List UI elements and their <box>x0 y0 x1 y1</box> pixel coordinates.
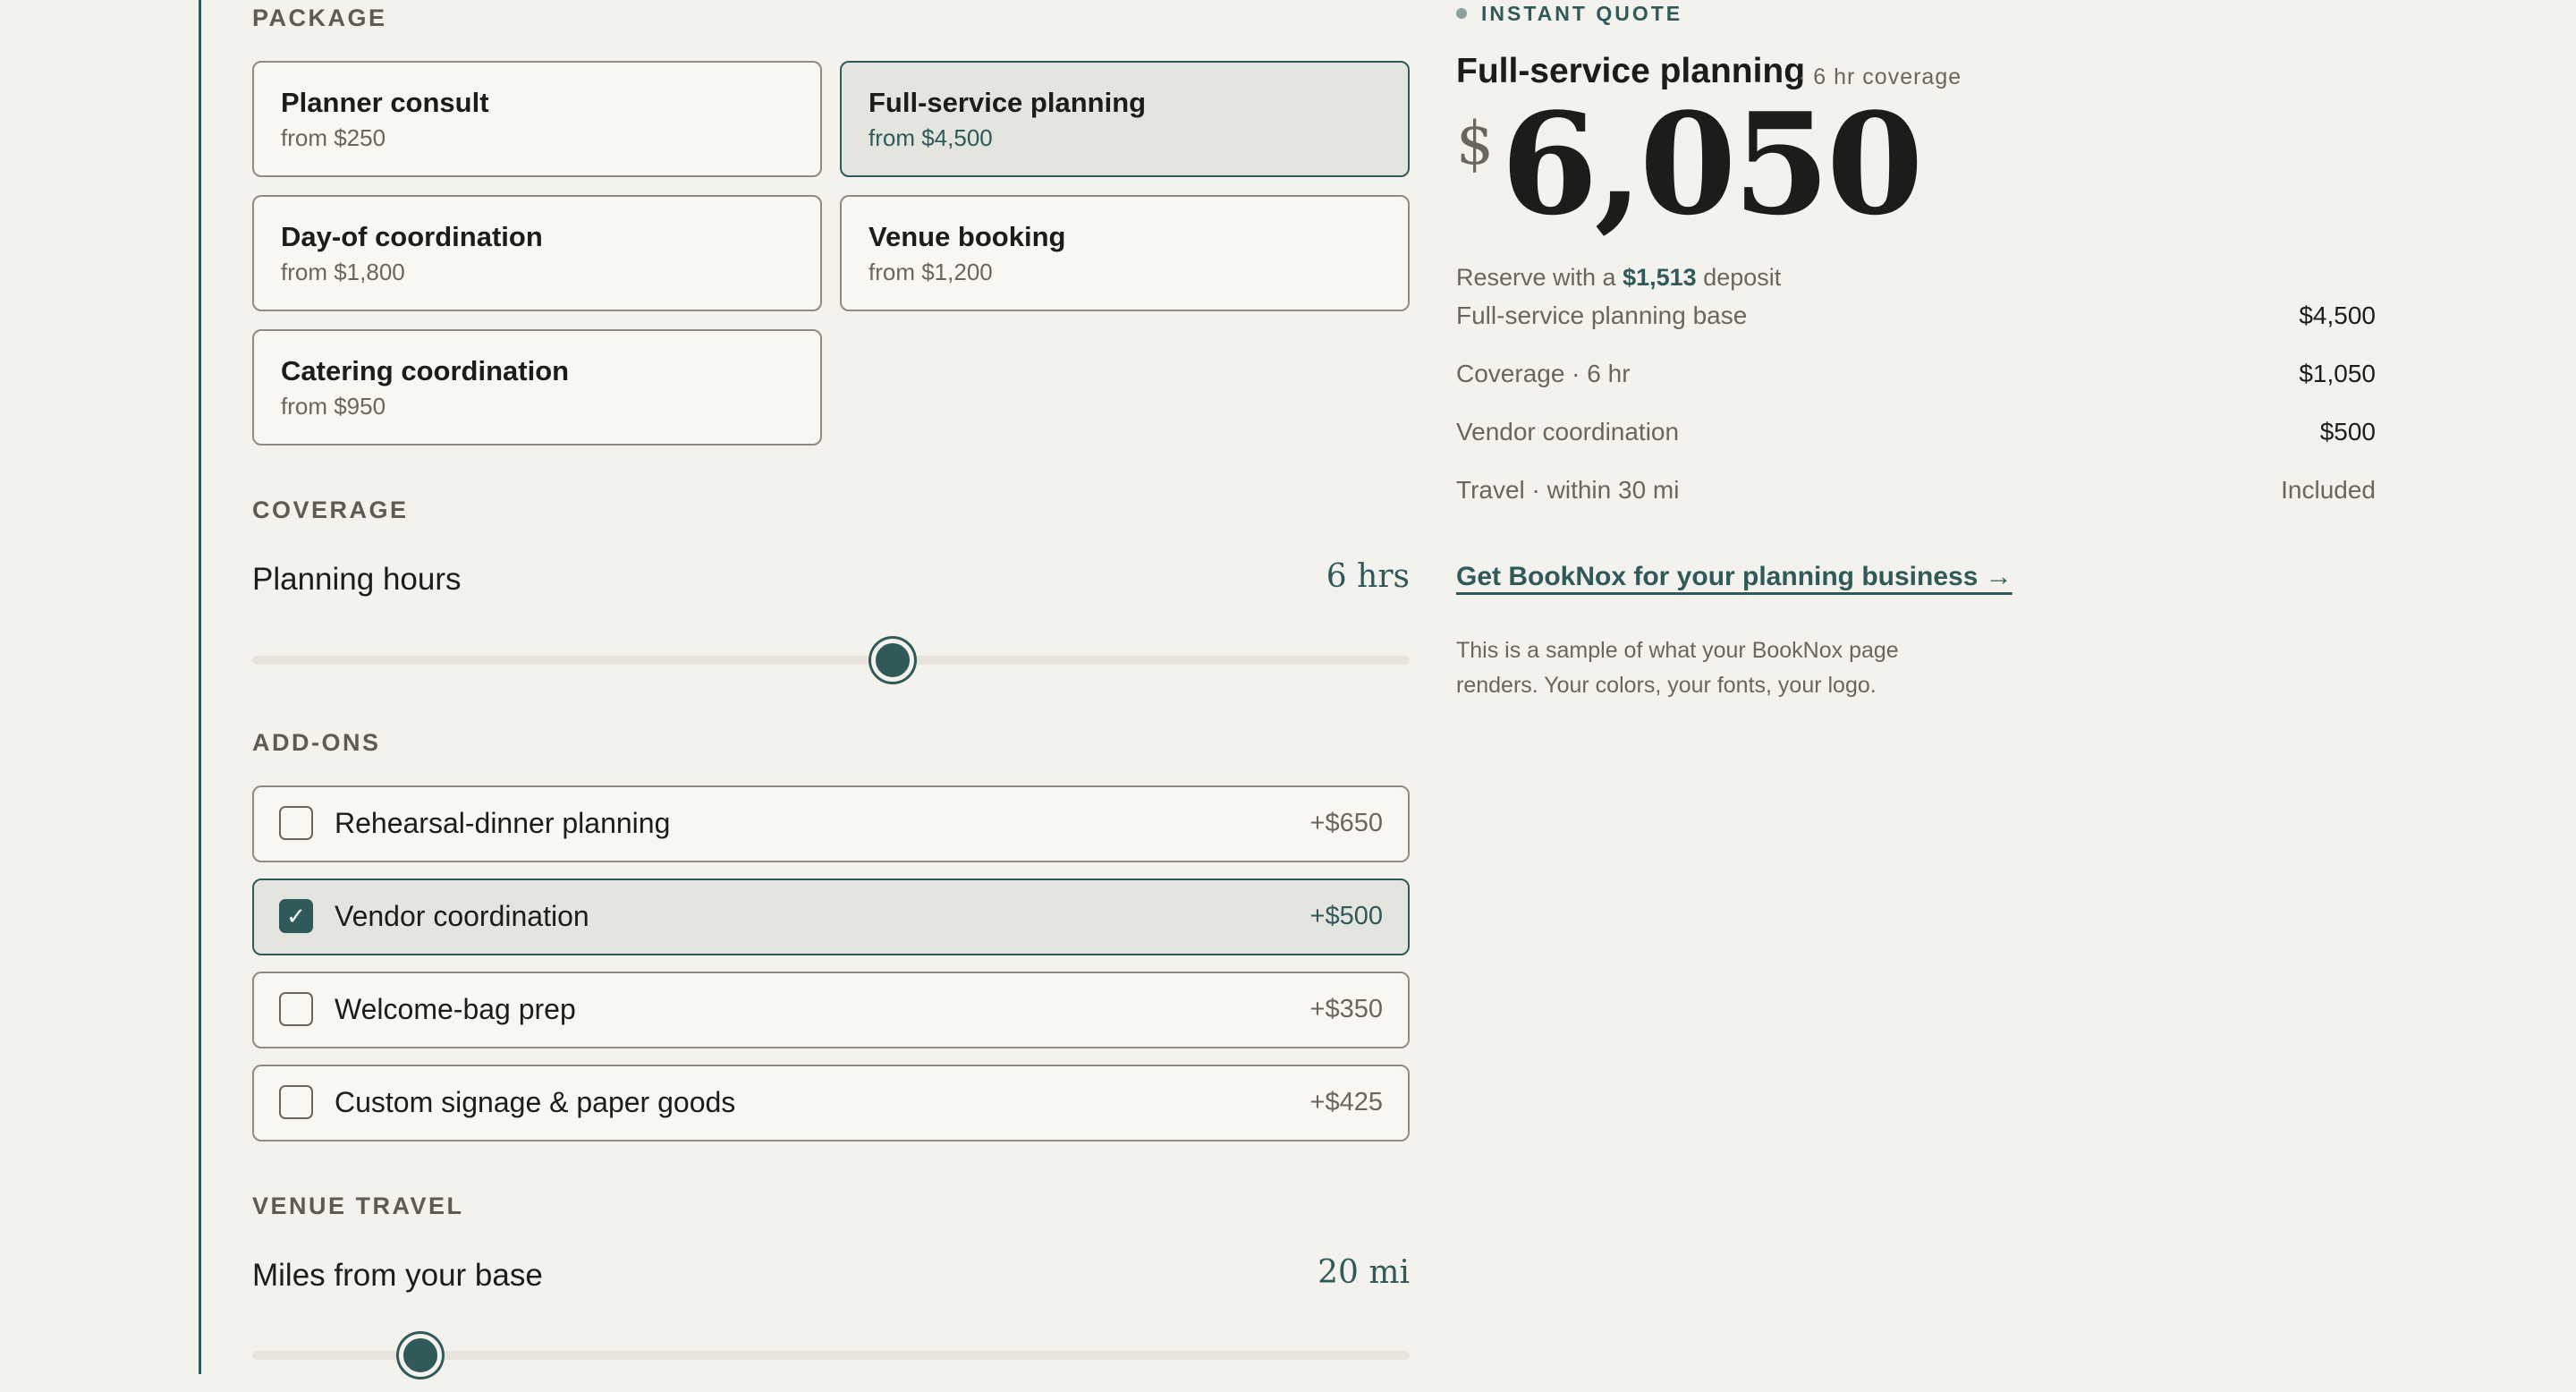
quote-line-base: Full-service planning base $4,500 <box>1456 301 2376 330</box>
addon-rehearsal-dinner-planning[interactable]: Rehearsal-dinner planning +$650 <box>252 785 1410 862</box>
quote-line-coverage: Coverage · 6 hr $1,050 <box>1456 360 2376 388</box>
currency-symbol: $ <box>1456 109 1494 178</box>
instant-quote-eyebrow: INSTANT QUOTE <box>1456 2 1682 26</box>
checkmark-icon: ✓ <box>286 903 306 929</box>
venue-travel-section-label: VENUE TRAVEL <box>252 1193 464 1219</box>
package-section-label: PACKAGE <box>252 4 387 31</box>
sample-note: This is a sample of what your BookNox pa… <box>1456 638 1899 698</box>
line-label: Coverage · 6 hr <box>1456 360 1631 387</box>
line-label: Vendor coordination <box>1456 418 1680 446</box>
booking-page: PACKAGE Planner consult from $250 Full-s… <box>0 0 2576 1392</box>
package-option-catering-coordination[interactable]: Catering coordination from $950 <box>252 329 822 446</box>
slider-thumb[interactable] <box>398 1334 442 1377</box>
addon-price: +$350 <box>1309 995 1383 1023</box>
addon-price: +$425 <box>1309 1088 1383 1116</box>
planning-hours-label: Planning hours <box>252 562 462 597</box>
package-option-day-of-coordination[interactable]: Day-of coordination from $1,800 <box>252 195 822 311</box>
quote-line-vendor-coordination: Vendor coordination $500 <box>1456 418 2376 446</box>
addon-vendor-coordination[interactable]: ✓ Vendor coordination +$500 <box>252 878 1410 955</box>
line-value: $500 <box>2319 418 2376 446</box>
addon-name: Rehearsal-dinner planning <box>335 807 671 839</box>
package-price: from $4,500 <box>869 124 993 152</box>
quote-total: 6,050 <box>1501 82 1923 246</box>
deposit-line: Reserve with a $1,513 deposit <box>1456 264 1781 292</box>
package-price: from $950 <box>281 393 386 420</box>
package-option-full-service-planning[interactable]: Full-service planning from $4,500 <box>840 61 1410 177</box>
addon-name: Welcome-bag prep <box>335 993 576 1025</box>
line-label: Travel · within 30 mi <box>1456 476 1680 504</box>
addons-section-label: ADD-ONS <box>252 729 381 756</box>
addon-name: Custom signage & paper goods <box>335 1086 736 1118</box>
deposit-prefix: Reserve with a <box>1456 264 1616 291</box>
addon-welcome-bag-prep[interactable]: Welcome-bag prep +$350 <box>252 972 1410 1048</box>
planning-hours-slider[interactable] <box>252 638 1410 683</box>
package-name: Catering coordination <box>281 355 570 386</box>
package-price: from $1,200 <box>869 259 993 286</box>
package-option-venue-booking[interactable]: Venue booking from $1,200 <box>840 195 1410 311</box>
quote-line-travel: Travel · within 30 mi Included <box>1456 476 2376 505</box>
package-price: from $1,800 <box>281 259 405 286</box>
deposit-amount: $1,513 <box>1623 264 1697 291</box>
package-option-planner-consult[interactable]: Planner consult from $250 <box>252 61 822 177</box>
addon-price: +$500 <box>1309 902 1383 930</box>
miles-slider[interactable] <box>252 1333 1410 1378</box>
status-dot-icon <box>1456 8 1467 19</box>
line-label: Full-service planning base <box>1456 301 1748 329</box>
left-accent-rule <box>199 0 201 1374</box>
line-value: $4,500 <box>2299 301 2376 329</box>
package-price: from $250 <box>281 124 386 152</box>
slider-thumb[interactable] <box>870 639 914 682</box>
planning-hours-value: 6 hrs <box>1326 558 1410 595</box>
addon-price: +$650 <box>1309 809 1383 837</box>
package-name: Venue booking <box>869 221 1066 252</box>
package-name: Full-service planning <box>869 87 1147 118</box>
line-value: Included <box>2281 476 2376 504</box>
slider-track <box>252 656 1410 665</box>
deposit-suffix: deposit <box>1703 264 1782 291</box>
checkbox[interactable] <box>279 806 313 840</box>
instant-quote-label: INSTANT QUOTE <box>1481 2 1683 25</box>
miles-value: 20 mi <box>1318 1254 1410 1291</box>
coverage-section-label: COVERAGE <box>252 497 409 523</box>
miles-label: Miles from your base <box>252 1258 543 1293</box>
addon-custom-signage-paper-goods[interactable]: Custom signage & paper goods +$425 <box>252 1065 1410 1142</box>
checkbox[interactable] <box>279 1085 313 1119</box>
checkbox[interactable] <box>279 992 313 1026</box>
get-booknox-link[interactable]: Get BookNox for your planning business → <box>1456 562 2012 592</box>
checkbox-checked[interactable]: ✓ <box>279 899 313 933</box>
package-name: Planner consult <box>281 87 489 118</box>
package-name: Day-of coordination <box>281 221 543 252</box>
addon-name: Vendor coordination <box>335 900 589 932</box>
line-value: $1,050 <box>2299 360 2376 387</box>
